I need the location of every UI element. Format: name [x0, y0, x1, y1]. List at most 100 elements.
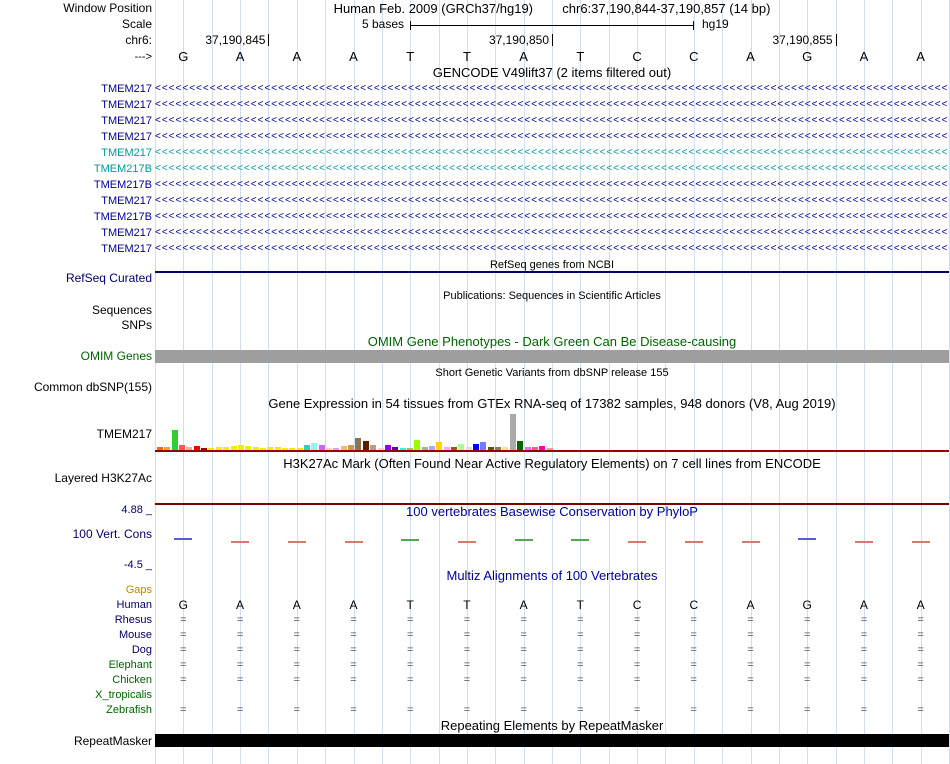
omim-title[interactable]: OMIM Gene Phenotypes - Dark Green Can Be… [155, 335, 949, 349]
species-label[interactable]: Rhesus [0, 614, 152, 627]
gtex-bar[interactable] [355, 438, 362, 450]
gene-row-arrows[interactable]: <<<<<<<<<<<<<<<<<<<<<<<<<<<<<<<<<<<<<<<<… [155, 194, 949, 208]
gene-row-arrows[interactable]: <<<<<<<<<<<<<<<<<<<<<<<<<<<<<<<<<<<<<<<<… [155, 82, 949, 96]
alignment-match: = [803, 659, 811, 671]
repeatmasker-label[interactable]: RepeatMasker [0, 735, 152, 748]
gene-label[interactable]: TMEM217 [0, 83, 152, 96]
omim-gene-bar[interactable] [155, 350, 949, 363]
alignment-match: = [577, 629, 584, 641]
alignment-match: = [236, 674, 244, 686]
gtex-bar[interactable] [171, 430, 178, 450]
alignment-match: = [463, 644, 471, 656]
alignment-match: = [406, 704, 414, 716]
gtex-bar[interactable] [362, 441, 369, 450]
phylop-dash [514, 539, 533, 541]
gene-label[interactable]: TMEM217 [0, 147, 152, 160]
alignment-match: = [917, 629, 924, 641]
species-label[interactable]: Gaps [0, 584, 152, 597]
species-label[interactable]: Elephant [0, 659, 152, 672]
gene-label[interactable]: TMEM217B [0, 179, 152, 192]
phylop-title[interactable]: 100 vertebrates Basewise Conservation by… [155, 505, 949, 519]
dbsnp-title[interactable]: Short Genetic Variants from dbSNP releas… [155, 366, 949, 380]
scale-bases-text: 5 bases [361, 17, 404, 31]
omim-genes-label[interactable]: OMIM Genes [0, 350, 152, 363]
gene-label[interactable]: TMEM217 [0, 115, 152, 128]
gene-row-arrows[interactable]: <<<<<<<<<<<<<<<<<<<<<<<<<<<<<<<<<<<<<<<<… [155, 178, 949, 192]
alignment-match: = [350, 659, 357, 671]
gtex-gene-label[interactable]: TMEM217 [0, 428, 152, 441]
gene-row-arrows[interactable]: <<<<<<<<<<<<<<<<<<<<<<<<<<<<<<<<<<<<<<<<… [155, 226, 949, 240]
alignment-match: = [406, 644, 414, 656]
dbsnp-label[interactable]: Common dbSNP(155) [0, 381, 152, 394]
phylop-dash [457, 541, 476, 543]
refseq-title[interactable]: RefSeq genes from NCBI [155, 258, 949, 272]
gtex-bar[interactable] [436, 442, 443, 450]
refseq-dense-bar[interactable] [155, 271, 949, 273]
gene-row-arrows[interactable]: <<<<<<<<<<<<<<<<<<<<<<<<<<<<<<<<<<<<<<<<… [155, 162, 949, 176]
alignment-match: = [803, 704, 811, 716]
alignment-match: = [463, 674, 471, 686]
gene-label[interactable]: TMEM217 [0, 99, 152, 112]
species-label[interactable]: Human [0, 599, 152, 612]
alignment-match: = [747, 614, 754, 626]
gene-label[interactable]: TMEM217B [0, 211, 152, 224]
alignment-match: = [236, 704, 244, 716]
base-letter: A [746, 49, 755, 64]
species-label[interactable]: Dog [0, 644, 152, 657]
gene-row-arrows[interactable]: <<<<<<<<<<<<<<<<<<<<<<<<<<<<<<<<<<<<<<<<… [155, 114, 949, 128]
base-letter: T [462, 49, 471, 64]
alignment-match: = [350, 704, 357, 716]
phylop-track-label[interactable]: 100 Vert. Cons [0, 528, 152, 541]
alignment-match: = [803, 674, 811, 686]
alignment-match: = [577, 659, 584, 671]
multiz-title[interactable]: Multiz Alignments of 100 Vertebrates [155, 569, 949, 583]
repeatmasker-bar[interactable] [155, 734, 949, 747]
gene-row-arrows[interactable]: <<<<<<<<<<<<<<<<<<<<<<<<<<<<<<<<<<<<<<<<… [155, 146, 949, 160]
alignment-match: = [180, 644, 187, 656]
refseq-curated-label[interactable]: RefSeq Curated [0, 272, 152, 285]
gtex-title[interactable]: Gene Expression in 54 tissues from GTEx … [155, 397, 949, 411]
alignment-match: = [520, 674, 527, 686]
repeatmasker-title[interactable]: Repeating Elements by RepeatMasker [155, 719, 949, 733]
alignment-match: = [577, 644, 584, 656]
species-label[interactable]: X_tropicalis [0, 689, 152, 702]
alignment-base: G [178, 598, 189, 612]
gene-row-arrows[interactable]: <<<<<<<<<<<<<<<<<<<<<<<<<<<<<<<<<<<<<<<<… [155, 130, 949, 144]
gene-label[interactable]: TMEM217B [0, 163, 152, 176]
alignment-match: = [406, 614, 414, 626]
base-letter: A [859, 49, 869, 64]
alignment-match: = [803, 629, 811, 641]
publications-title[interactable]: Publications: Sequences in Scientific Ar… [155, 289, 949, 303]
alignment-match: = [633, 644, 641, 656]
gene-row-arrows[interactable]: <<<<<<<<<<<<<<<<<<<<<<<<<<<<<<<<<<<<<<<<… [155, 98, 949, 112]
gene-row-arrows[interactable]: <<<<<<<<<<<<<<<<<<<<<<<<<<<<<<<<<<<<<<<<… [155, 242, 949, 256]
gtex-bar[interactable] [517, 441, 524, 450]
alignment-match: = [690, 614, 697, 626]
alignment-match: = [917, 674, 924, 686]
gene-label[interactable]: TMEM217 [0, 195, 152, 208]
gene-label[interactable]: TMEM217 [0, 131, 152, 144]
alignment-match: = [860, 629, 868, 641]
gtex-bar[interactable] [480, 442, 487, 450]
snps-label[interactable]: SNPs [0, 319, 152, 332]
gene-label[interactable]: TMEM217 [0, 243, 152, 256]
alignment-match: = [350, 629, 357, 641]
position-title: chr6:37,190,844-37,190,857 (14 bp) [562, 1, 771, 16]
species-label[interactable]: Chicken [0, 674, 152, 687]
gtex-bar[interactable] [414, 440, 421, 450]
species-label[interactable]: Mouse [0, 629, 152, 642]
alignment-match: = [860, 644, 868, 656]
h3k27ac-title[interactable]: H3K27Ac Mark (Often Found Near Active Re… [155, 457, 949, 471]
alignment-match: = [350, 644, 357, 656]
sequences-label[interactable]: Sequences [0, 304, 152, 317]
window-position-label: Window Position [63, 1, 152, 15]
gtex-bar[interactable] [509, 414, 516, 450]
h3k27ac-label[interactable]: Layered H3K27Ac [0, 472, 152, 485]
species-label[interactable]: Zebrafish [0, 704, 152, 717]
gene-row-arrows[interactable]: <<<<<<<<<<<<<<<<<<<<<<<<<<<<<<<<<<<<<<<<… [155, 210, 949, 224]
alignment-match: = [293, 644, 300, 656]
gencode-title[interactable]: GENCODE V49lift37 (2 items filtered out) [155, 66, 949, 80]
gtex-bar[interactable] [311, 443, 318, 450]
gene-label[interactable]: TMEM217 [0, 227, 152, 240]
alignment-base: C [632, 598, 642, 612]
